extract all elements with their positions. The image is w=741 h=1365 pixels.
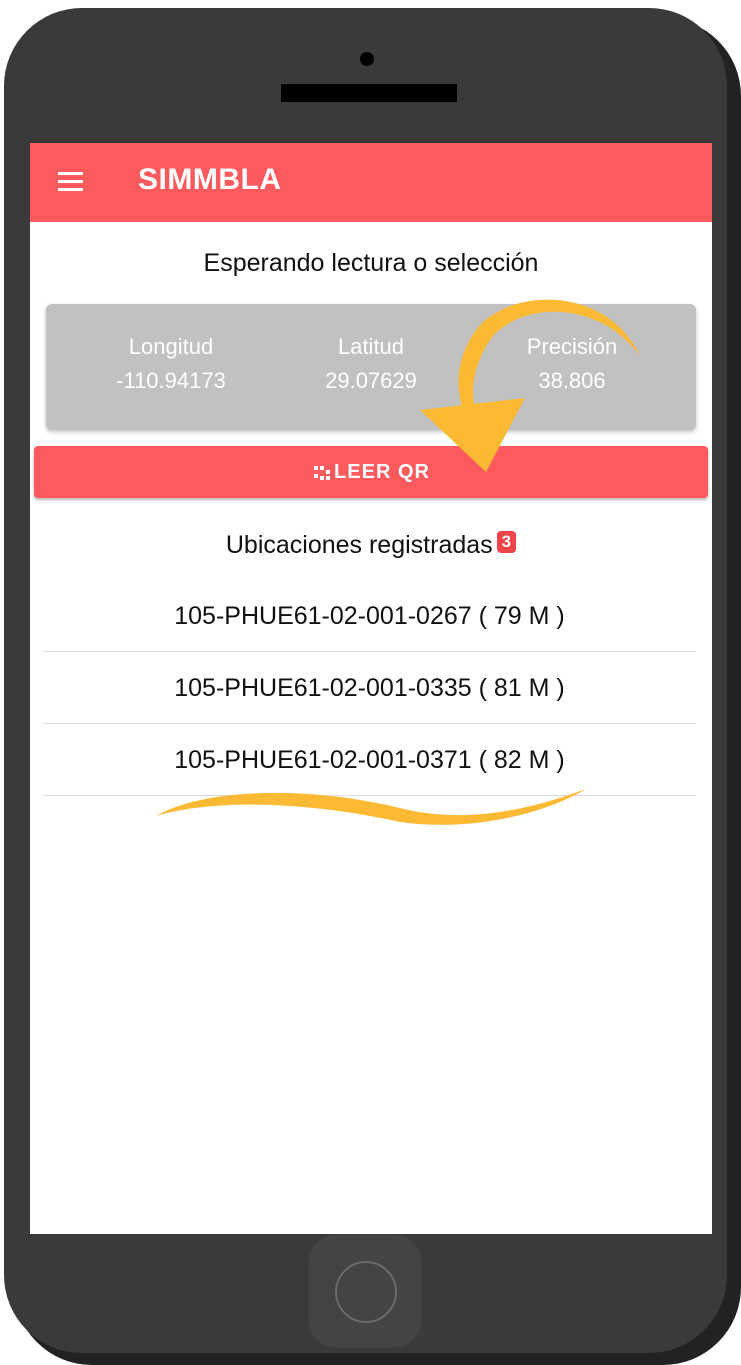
read-qr-label: LEER QR (334, 460, 430, 483)
longitude-value: -110.94173 (116, 368, 226, 393)
precision-label: Precisión (526, 334, 618, 359)
app-title: SIMMBLA (138, 163, 282, 196)
precision-block: Precisión 38.806 (462, 334, 682, 394)
status-message: Esperando lectura o selección (203, 249, 539, 277)
locations-count-badge: 3 (496, 531, 517, 553)
qr-code-icon (312, 462, 332, 482)
longitude-block: Longitud -110.94173 (61, 334, 281, 394)
precision-value: 38.806 (538, 368, 606, 393)
locations-list: 105-PHUE61-02-001-0267 ( 79 M ) 105-PHUE… (43, 580, 696, 796)
front-camera (360, 52, 374, 66)
earpiece-speaker (281, 84, 457, 102)
registered-locations-heading: Ubicaciones registradas 3 (30, 531, 712, 560)
registered-locations-title: Ubicaciones registradas (225, 531, 493, 559)
latitude-label: Latitud (337, 334, 405, 359)
app-bar: SIMMBLA (30, 143, 712, 222)
home-button[interactable] (308, 1234, 422, 1348)
coordinates-card: Longitud -110.94173 Latitud 29.07629 Pre… (46, 304, 696, 430)
latitude-block: Latitud 29.07629 (261, 334, 481, 394)
read-qr-button[interactable]: LEER QR (34, 446, 708, 498)
latitude-value: 29.07629 (325, 368, 417, 393)
hamburger-menu-icon[interactable] (58, 172, 83, 192)
longitude-label: Longitud (128, 334, 214, 359)
location-item[interactable]: 105-PHUE61-02-001-0335 ( 81 M ) (43, 652, 696, 724)
app-screen: SIMMBLA Esperando lectura o selección Lo… (30, 143, 712, 1234)
location-item[interactable]: 105-PHUE61-02-001-0371 ( 82 M ) (43, 724, 696, 796)
location-item[interactable]: 105-PHUE61-02-001-0267 ( 79 M ) (43, 580, 696, 652)
home-button-ring (335, 1261, 397, 1323)
